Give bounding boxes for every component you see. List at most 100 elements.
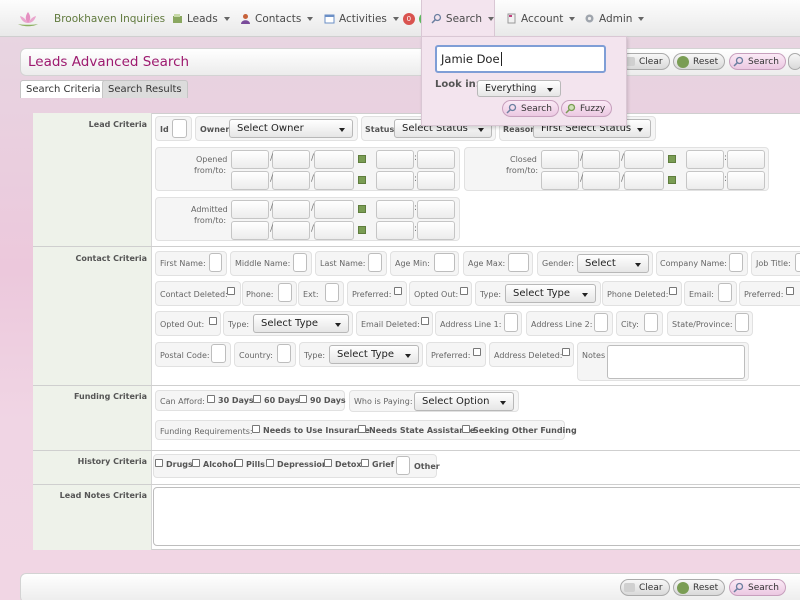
ext-input[interactable] (325, 283, 339, 302)
opened-from-minute-input[interactable] (417, 150, 455, 169)
nav-leads[interactable]: Leads (172, 0, 230, 37)
owner-select[interactable]: Select Owner (229, 119, 353, 138)
opened-to-day-input[interactable] (272, 171, 310, 190)
depression-checkbox[interactable] (266, 459, 274, 467)
who-is-paying-select[interactable]: Select Option (414, 392, 514, 411)
clear-button[interactable]: Clear (620, 53, 670, 70)
nav-account[interactable]: Account (506, 0, 576, 37)
lead-notes-textarea[interactable] (153, 487, 800, 546)
address-line-1-input[interactable] (504, 313, 518, 332)
address-line-2-input[interactable] (594, 313, 608, 332)
opened-to-year-input[interactable] (314, 171, 354, 190)
closed-to-hour-input[interactable] (686, 171, 724, 190)
state-province-input[interactable] (735, 313, 749, 332)
pills-checkbox[interactable] (235, 459, 243, 467)
closed-to-year-input[interactable] (624, 171, 664, 190)
admitted-from-year-input[interactable] (314, 200, 354, 219)
email-type-select[interactable]: Select Type (253, 314, 349, 333)
id-input[interactable] (172, 119, 187, 138)
detox-checkbox[interactable] (324, 459, 332, 467)
company-name-input[interactable] (729, 253, 743, 272)
brand[interactable]: Brookhaven Inquiries (16, 0, 165, 37)
quick-search-input[interactable]: Jamie Doe (435, 45, 606, 73)
phone-input[interactable] (278, 283, 292, 302)
country-input[interactable] (277, 344, 291, 363)
job-title-input[interactable] (795, 253, 800, 272)
address-preferred-checkbox[interactable] (473, 348, 481, 356)
nav-activities[interactable]: Activities 0 3 (324, 0, 431, 37)
age-min-input[interactable] (434, 253, 455, 272)
dropdown-search-button[interactable]: Search (502, 100, 559, 117)
middle-name-input[interactable] (293, 253, 307, 272)
search-button-bottom[interactable]: Search (729, 579, 786, 596)
last-name-input[interactable] (368, 253, 382, 272)
opened-to-month-input[interactable] (231, 171, 269, 190)
calendar-icon[interactable] (358, 176, 366, 184)
admitted-to-hour-input[interactable] (376, 221, 414, 240)
city-input[interactable] (644, 313, 658, 332)
email-deleted-checkbox[interactable] (421, 317, 429, 325)
opened-from-year-input[interactable] (314, 150, 354, 169)
afford-60-checkbox[interactable] (253, 395, 261, 403)
age-max-input[interactable] (508, 253, 529, 272)
extra-button[interactable] (788, 53, 800, 70)
tab-search-criteria[interactable]: Search Criteria (20, 80, 107, 98)
insurance-checkbox[interactable] (252, 425, 260, 433)
reset-button-bottom[interactable]: Reset (673, 579, 726, 596)
opened-from-month-input[interactable] (231, 150, 269, 169)
closed-to-minute-input[interactable] (727, 171, 765, 190)
look-in-select[interactable]: Everything (477, 80, 561, 97)
opened-to-minute-input[interactable] (417, 171, 455, 190)
admitted-to-month-input[interactable] (231, 221, 269, 240)
first-name-input[interactable] (209, 253, 222, 272)
admitted-to-year-input[interactable] (314, 221, 354, 240)
alcohol-checkbox[interactable] (192, 459, 200, 467)
afford-30-checkbox[interactable] (207, 395, 215, 403)
history-other-input[interactable] (396, 456, 410, 475)
admitted-to-minute-input[interactable] (417, 221, 455, 240)
admitted-to-day-input[interactable] (272, 221, 310, 240)
nav-admin[interactable]: Admin (584, 0, 645, 37)
grief-checkbox[interactable] (361, 459, 369, 467)
fuzzy-search-button[interactable]: Fuzzy (561, 100, 613, 117)
calendar-icon[interactable] (668, 155, 676, 163)
address-type-select[interactable]: Select Type (329, 345, 419, 364)
closed-from-year-input[interactable] (624, 150, 664, 169)
tab-search-results[interactable]: Search Results (102, 80, 188, 98)
opened-from-hour-input[interactable] (376, 150, 414, 169)
admitted-from-day-input[interactable] (272, 200, 310, 219)
calendar-icon[interactable] (358, 205, 366, 213)
phone-type-select[interactable]: Select Type (505, 284, 596, 303)
other-funding-checkbox[interactable] (462, 425, 470, 433)
admitted-from-hour-input[interactable] (376, 200, 414, 219)
opened-to-hour-input[interactable] (376, 171, 414, 190)
nav-search[interactable]: Search (421, 0, 495, 37)
contact-deleted-checkbox[interactable] (227, 287, 235, 295)
calendar-icon[interactable] (358, 155, 366, 163)
email-input[interactable] (718, 283, 732, 302)
closed-from-minute-input[interactable] (727, 150, 765, 169)
state-assistance-checkbox[interactable] (358, 425, 366, 433)
postal-code-input[interactable] (211, 344, 226, 363)
search-button[interactable]: Search (729, 53, 786, 70)
closed-from-month-input[interactable] (541, 150, 579, 169)
gender-select[interactable]: Select (577, 254, 649, 273)
nav-contacts[interactable]: Contacts (240, 0, 314, 37)
email-preferred-checkbox[interactable] (786, 287, 794, 295)
reset-button[interactable]: Reset (673, 53, 726, 70)
phone-deleted-checkbox[interactable] (669, 287, 677, 295)
closed-to-day-input[interactable] (582, 171, 620, 190)
calendar-icon[interactable] (668, 176, 676, 184)
afford-90-checkbox[interactable] (299, 395, 307, 403)
closed-to-month-input[interactable] (541, 171, 579, 190)
notes-textarea[interactable] (607, 345, 745, 379)
closed-from-day-input[interactable] (582, 150, 620, 169)
calendar-icon[interactable] (358, 226, 366, 234)
drugs-checkbox[interactable] (155, 459, 163, 467)
address-deleted-checkbox[interactable] (562, 348, 570, 356)
opted-out-checkbox[interactable] (460, 287, 468, 295)
email-opted-out-checkbox[interactable] (209, 317, 217, 325)
opened-from-day-input[interactable] (272, 150, 310, 169)
admitted-from-month-input[interactable] (231, 200, 269, 219)
clear-button-bottom[interactable]: Clear (620, 579, 670, 596)
